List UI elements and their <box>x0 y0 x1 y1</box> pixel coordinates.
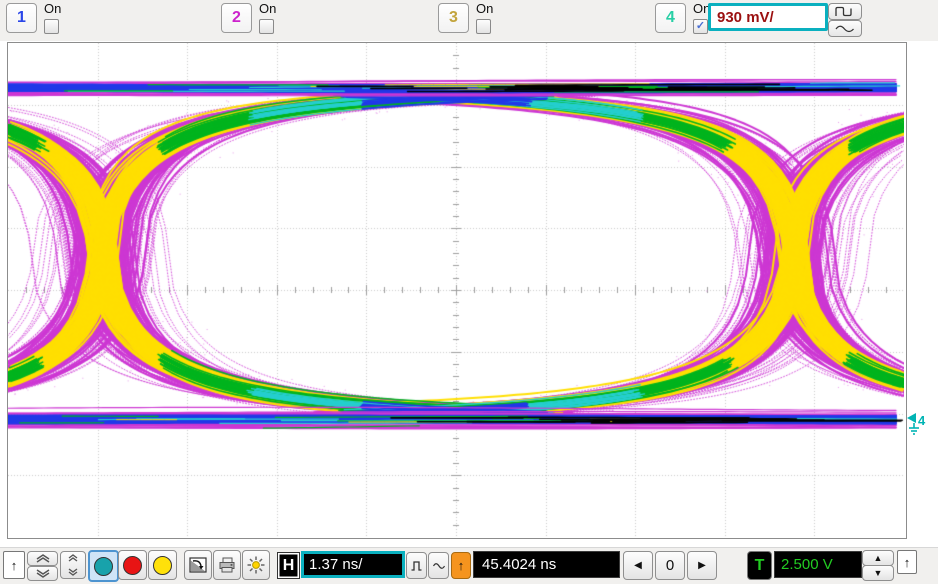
vertical-scale-fine-button[interactable] <box>828 20 862 37</box>
spin-down-icon: ▼ <box>874 568 883 578</box>
coarse-decrement-button[interactable] <box>27 566 58 581</box>
trigger-point-button[interactable]: ↑ <box>451 552 471 579</box>
channel-3-group: 3 On <box>438 0 638 41</box>
double-chevron-up-icon <box>35 554 51 563</box>
chevron-down-icon <box>67 568 79 576</box>
orange-up-arrow-icon: ↑ <box>458 558 465 573</box>
screen-capture-icon <box>188 555 208 575</box>
up-arrow-icon: ↑ <box>11 558 18 573</box>
printer-icon <box>217 555 237 575</box>
right-triangle-icon: ▶ <box>698 560 706 571</box>
channel-1-on-checkbox[interactable] <box>44 19 59 34</box>
probe-teal-button[interactable] <box>88 550 119 582</box>
channel-2-group: 2 On <box>221 0 421 41</box>
teal-circle-icon <box>94 557 113 576</box>
sine-wave-icon <box>834 23 856 34</box>
print-button[interactable] <box>213 550 241 580</box>
channel-1-group: 1 On <box>6 0 206 41</box>
red-circle-icon <box>123 556 142 575</box>
svg-text:4: 4 <box>918 413 926 428</box>
channel-4-button[interactable]: 4 <box>655 3 686 33</box>
chevron-up-icon <box>67 554 79 562</box>
square-wave-icon <box>834 5 856 18</box>
horizontal-menu-button[interactable]: H <box>277 552 300 579</box>
probe-red-button[interactable] <box>118 550 147 580</box>
channel-3-on-label: On <box>476 1 493 16</box>
channel-1-button[interactable]: 1 <box>6 3 37 33</box>
probe-yellow-button[interactable] <box>148 550 177 580</box>
channel-toolbar: 1 On 2 On 3 On 4 On ✓ 930 mV/ <box>0 0 938 42</box>
left-triangle-icon: ◀ <box>634 560 642 571</box>
timebase-scale-field[interactable]: 1.37 ns/ <box>301 551 405 578</box>
ground-marker-arrow-icon: 4 <box>907 413 926 434</box>
timebase-coarse-button[interactable] <box>406 552 427 579</box>
yellow-circle-icon <box>153 556 172 575</box>
trigger-level-up-button[interactable]: ▲ <box>862 550 894 566</box>
double-chevron-down-icon <box>35 569 51 578</box>
trigger-menu-button[interactable]: T <box>747 551 772 580</box>
spin-up-icon: ▲ <box>874 553 883 563</box>
position-left-button[interactable]: ◀ <box>623 551 653 580</box>
horizontal-position-field[interactable]: 45.4024 ns <box>473 551 620 578</box>
channel-3-button[interactable]: 3 <box>438 3 469 33</box>
sine-wave-small-icon <box>432 561 446 571</box>
channel-4-group: 4 On ✓ <box>655 0 715 41</box>
up-arrow-icon: ↑ <box>904 555 911 570</box>
channel-4-ground-marker[interactable]: 4 <box>906 410 934 438</box>
channel-4-scale-field[interactable]: 930 mV/ <box>708 3 828 31</box>
undo-up-button-left[interactable]: ↑ <box>3 551 25 579</box>
eye-diagram-canvas[interactable] <box>8 43 904 537</box>
pulse-wave-icon <box>410 558 423 574</box>
brightness-sun-icon <box>246 555 266 575</box>
trigger-t-label: T <box>755 557 765 575</box>
timebase-fine-button[interactable] <box>428 552 449 579</box>
position-zero-button[interactable]: 0 <box>655 551 685 580</box>
channel-3-on-checkbox[interactable] <box>476 19 491 34</box>
channel-2-on-checkbox[interactable] <box>259 19 274 34</box>
screen-capture-button[interactable] <box>184 550 212 580</box>
trigger-level-field[interactable]: 2.500 V <box>774 551 862 578</box>
waveform-display-area: 4 <box>0 41 938 547</box>
coarse-increment-button[interactable] <box>27 551 58 566</box>
channel-1-on-label: On <box>44 1 61 16</box>
display-intensity-button[interactable] <box>242 550 270 580</box>
channel-2-button[interactable]: 2 <box>221 3 252 33</box>
fine-increment-decrement-button[interactable] <box>60 551 86 579</box>
position-right-button[interactable]: ▶ <box>687 551 717 580</box>
undo-up-button-right[interactable]: ↑ <box>897 550 917 574</box>
channel-2-on-label: On <box>259 1 276 16</box>
vertical-scale-coarse-button[interactable] <box>828 3 862 20</box>
channel-4-on-checkbox[interactable]: ✓ <box>693 19 708 34</box>
horizontal-trigger-toolbar: ↑ <box>0 547 938 584</box>
trigger-level-down-button[interactable]: ▼ <box>862 565 894 581</box>
